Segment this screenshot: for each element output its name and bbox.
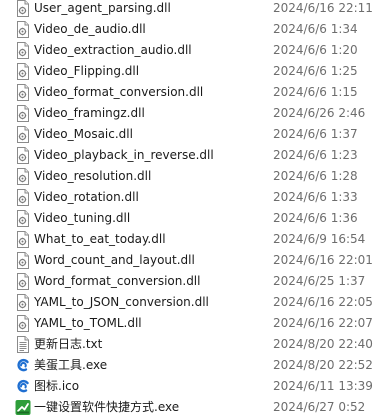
file-row[interactable]: 美蛋工具.exe 2024/8/20 22:52	[0, 355, 382, 376]
file-modified-date: 2024/6/6 1:36	[273, 211, 358, 225]
file-name[interactable]: Word_count_and_layout.dll	[34, 250, 195, 271]
file-row[interactable]: Video_Flipping.dll 2024/6/6 1:25	[0, 61, 382, 82]
file-modified-date: 2024/6/16 22:11	[273, 1, 373, 15]
file-name[interactable]: Word_format_conversion.dll	[34, 271, 200, 292]
file-name[interactable]: Video_framingz.dll	[34, 103, 145, 124]
dll-file-icon	[15, 273, 31, 290]
file-modified-date: 2024/6/6 1:15	[273, 85, 358, 99]
file-row[interactable]: 图标.ico 2024/6/11 13:39	[0, 376, 382, 397]
file-name[interactable]: 美蛋工具.exe	[34, 355, 107, 376]
file-name[interactable]: YAML_to_JSON_conversion.dll	[34, 292, 209, 313]
file-modified-date: 2024/6/6 1:33	[273, 190, 358, 204]
dll-file-icon	[15, 42, 31, 59]
file-name[interactable]: Video_tuning.dll	[34, 208, 130, 229]
app-swirl-icon	[15, 357, 31, 374]
file-row[interactable]: 更新日志.txt 2024/8/20 22:40	[0, 334, 382, 355]
file-modified-date: 2024/6/6 1:34	[273, 22, 358, 36]
dll-file-icon	[15, 189, 31, 206]
file-row[interactable]: Video_resolution.dll 2024/6/6 1:28	[0, 166, 382, 187]
file-modified-date: 2024/6/6 1:20	[273, 43, 358, 57]
file-name[interactable]: Video_format_conversion.dll	[34, 82, 203, 103]
file-name[interactable]: 一键设置软件快捷方式.exe	[34, 397, 179, 418]
dll-file-icon	[15, 0, 31, 17]
dll-file-icon	[15, 21, 31, 38]
file-row[interactable]: Video_Mosaic.dll 2024/6/6 1:37	[0, 124, 382, 145]
dll-file-icon	[15, 294, 31, 311]
file-name[interactable]: What_to_eat_today.dll	[34, 229, 166, 250]
dll-file-icon	[15, 168, 31, 185]
file-name[interactable]: Video_extraction_audio.dll	[34, 40, 192, 61]
file-modified-date: 2024/8/20 22:40	[273, 337, 373, 351]
file-modified-date: 2024/6/6 1:37	[273, 127, 358, 141]
file-list: User_agent_parsing.dll 2024/6/16 22:11 Vid…	[0, 0, 382, 418]
app-swirl-icon	[15, 378, 31, 395]
dll-file-icon	[15, 63, 31, 80]
file-name[interactable]: Video_de_audio.dll	[34, 19, 146, 40]
file-row[interactable]: Video_de_audio.dll 2024/6/6 1:34	[0, 19, 382, 40]
file-modified-date: 2024/6/16 22:07	[273, 316, 373, 330]
file-row[interactable]: 一键设置软件快捷方式.exe 2024/6/27 0:52	[0, 397, 382, 418]
file-modified-date: 2024/6/11 13:39	[273, 379, 373, 393]
file-modified-date: 2024/6/16 22:05	[273, 295, 373, 309]
file-row[interactable]: Video_extraction_audio.dll 2024/6/6 1:20	[0, 40, 382, 61]
file-modified-date: 2024/8/20 22:52	[273, 358, 373, 372]
file-name[interactable]: Video_Mosaic.dll	[34, 124, 133, 145]
file-name[interactable]: Video_rotation.dll	[34, 187, 139, 208]
file-name[interactable]: 图标.ico	[34, 376, 79, 397]
file-modified-date: 2024/6/26 2:46	[273, 106, 366, 120]
file-row[interactable]: Word_count_and_layout.dll 2024/6/16 22:01	[0, 250, 382, 271]
file-row[interactable]: Word_format_conversion.dll 2024/6/25 1:37	[0, 271, 382, 292]
dll-file-icon	[15, 231, 31, 248]
file-name[interactable]: Video_Flipping.dll	[34, 61, 139, 82]
file-modified-date: 2024/6/6 1:28	[273, 169, 358, 183]
file-modified-date: 2024/6/6 1:25	[273, 64, 358, 78]
dll-file-icon	[15, 126, 31, 143]
file-row[interactable]: What_to_eat_today.dll 2024/6/9 16:54	[0, 229, 382, 250]
file-row[interactable]: YAML_to_TOML.dll 2024/6/16 22:07	[0, 313, 382, 334]
file-modified-date: 2024/6/6 1:23	[273, 148, 358, 162]
file-name[interactable]: 更新日志.txt	[34, 334, 102, 355]
file-row[interactable]: User_agent_parsing.dll 2024/6/16 22:11	[0, 0, 382, 19]
file-modified-date: 2024/6/9 16:54	[273, 232, 366, 246]
text-file-icon	[15, 336, 31, 353]
dll-file-icon	[15, 105, 31, 122]
file-row[interactable]: Video_playback_in_reverse.dll 2024/6/6 1:…	[0, 145, 382, 166]
file-row[interactable]: YAML_to_JSON_conversion.dll 2024/6/16 22:…	[0, 292, 382, 313]
file-modified-date: 2024/6/25 1:37	[273, 274, 366, 288]
green-app-icon	[15, 399, 31, 416]
dll-file-icon	[15, 252, 31, 269]
file-name[interactable]: User_agent_parsing.dll	[34, 0, 171, 19]
file-row[interactable]: Video_framingz.dll 2024/6/26 2:46	[0, 103, 382, 124]
file-name[interactable]: Video_resolution.dll	[34, 166, 151, 187]
file-name[interactable]: YAML_to_TOML.dll	[34, 313, 142, 334]
file-row[interactable]: Video_tuning.dll 2024/6/6 1:36	[0, 208, 382, 229]
dll-file-icon	[15, 210, 31, 227]
dll-file-icon	[15, 315, 31, 332]
file-row[interactable]: Video_format_conversion.dll 2024/6/6 1:15	[0, 82, 382, 103]
dll-file-icon	[15, 147, 31, 164]
file-modified-date: 2024/6/27 0:52	[273, 400, 366, 414]
file-name[interactable]: Video_playback_in_reverse.dll	[34, 145, 214, 166]
dll-file-icon	[15, 84, 31, 101]
file-modified-date: 2024/6/16 22:01	[273, 253, 373, 267]
file-row[interactable]: Video_rotation.dll 2024/6/6 1:33	[0, 187, 382, 208]
